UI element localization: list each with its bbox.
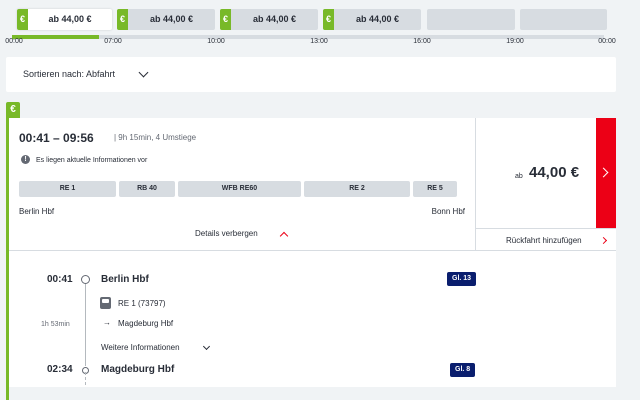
chevron-down-icon	[138, 67, 149, 78]
segment-re1: RE 1	[19, 181, 116, 197]
details-toggle-link[interactable]: Details verbergen	[195, 229, 258, 238]
destination-station: Bonn Hbf	[431, 207, 465, 216]
sort-label: Sortieren nach: Abfahrt	[23, 69, 116, 79]
connection-card: 00:41 – 09:56 | 9h 15min, 4 Umstiege ! E…	[9, 118, 616, 400]
timeline-tick: 13:00	[310, 38, 328, 45]
sort-dropdown[interactable]: Sortieren nach: Abfahrt	[6, 57, 616, 92]
info-notice-text: Es liegen aktuelle Informationen vor	[36, 157, 148, 164]
time-slot-price: ab 44,00 €	[252, 14, 297, 24]
card-footer-gap	[9, 387, 616, 400]
route-line	[85, 284, 86, 366]
time-slot-price: ab 44,00 €	[355, 14, 400, 24]
arrival-station: Magdeburg Hbf	[101, 364, 175, 375]
euro-icon: €	[117, 9, 128, 30]
time-slot-4[interactable]: € ab 44,00 €	[323, 9, 421, 30]
timeline-tick: 00:00	[5, 38, 23, 45]
euro-icon: €	[17, 9, 28, 30]
train-direction: Magdeburg Hbf	[118, 319, 174, 328]
connection-time-range: 00:41 – 09:56	[19, 131, 94, 145]
price-area[interactable]: ab 44,00 €	[476, 118, 596, 228]
return-trip-label: Rückfahrt hinzufügen	[506, 236, 582, 245]
segment-re2: RE 2	[304, 181, 410, 197]
timeline-tick: 00:00	[598, 38, 616, 45]
more-info-link[interactable]: Weitere Informationen	[101, 343, 180, 352]
chevron-up-icon[interactable]	[279, 231, 289, 241]
track-badge: Gl. 8	[450, 363, 476, 377]
euro-icon: €	[6, 102, 20, 118]
chevron-right-icon	[598, 167, 609, 178]
segment-re5: RE 5	[413, 181, 457, 197]
timeline-tick: 16:00	[413, 38, 431, 45]
time-slot-1[interactable]: € ab 44,00 €	[17, 9, 112, 30]
euro-icon: €	[220, 9, 231, 30]
time-slot-6[interactable]	[520, 9, 607, 30]
add-return-trip-link[interactable]: Rückfahrt hinzufügen	[476, 228, 616, 250]
time-slot-bar: € ab 44,00 € € ab 44,00 € € ab 44,00 € €…	[0, 0, 640, 50]
segment-rb40: RB 40	[119, 181, 175, 197]
chevron-down-icon[interactable]	[202, 342, 211, 351]
segment-wfb-re60: WFB RE60	[178, 181, 301, 197]
departure-station: Berlin Hbf	[101, 274, 149, 285]
alert-icon: !	[21, 155, 30, 164]
time-slot-price: ab 44,00 €	[48, 14, 92, 24]
euro-icon: €	[323, 9, 334, 30]
train-icon	[100, 297, 111, 309]
departure-time: 00:41	[47, 274, 73, 285]
time-slot-3[interactable]: € ab 44,00 €	[220, 9, 318, 30]
timeline-progress	[12, 35, 99, 39]
timeline-tick: 07:00	[104, 38, 122, 45]
time-slot-price: ab 44,00 €	[149, 14, 194, 24]
arrow-right-icon: →	[103, 318, 111, 327]
time-slot-5[interactable]	[427, 9, 515, 30]
arrival-time: 02:34	[47, 364, 73, 375]
leg-duration: 1h 53min	[41, 321, 70, 328]
timeline-tick: 10:00	[207, 38, 225, 45]
time-slot-2[interactable]: € ab 44,00 €	[117, 9, 215, 30]
connection-duration: | 9h 15min, 4 Umstiege	[114, 133, 197, 142]
connection-summary: 00:41 – 09:56 | 9h 15min, 4 Umstiege ! E…	[9, 118, 475, 250]
track-badge: Gl. 13	[447, 272, 477, 286]
divider	[9, 250, 616, 251]
price-prefix: ab	[515, 173, 523, 180]
origin-station: Berlin Hbf	[19, 207, 55, 216]
timeline-tick: 19:00	[506, 38, 524, 45]
stop-dot-icon	[81, 275, 90, 284]
select-connection-button[interactable]	[596, 118, 616, 228]
chevron-right-icon	[599, 236, 608, 245]
price-value: 44,00 €	[529, 164, 580, 181]
train-number: RE 1 (73797)	[118, 299, 166, 308]
